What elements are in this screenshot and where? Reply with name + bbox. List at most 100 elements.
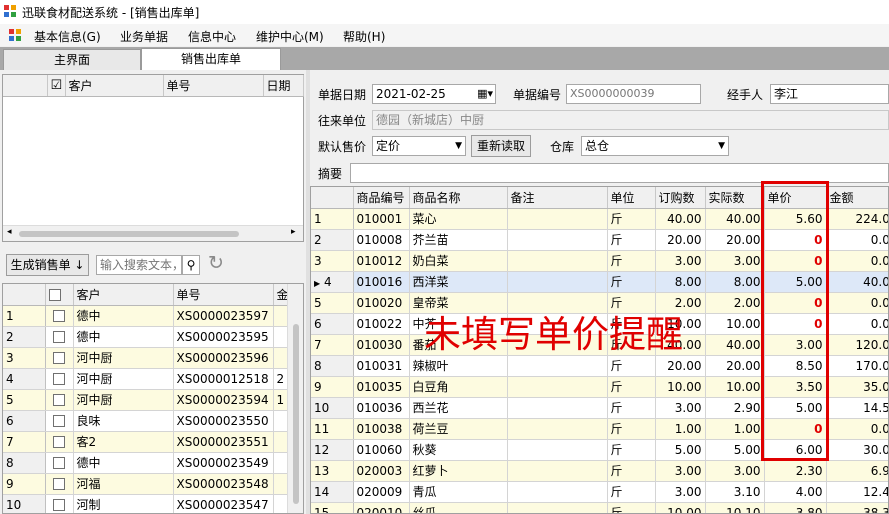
note-cell[interactable]	[507, 355, 608, 377]
table-row[interactable]: 8010031辣椒叶斤20.0020.008.50170.00	[311, 355, 888, 377]
handler-field[interactable]: 李江	[770, 84, 889, 104]
customer-cell[interactable]: 河福	[73, 473, 174, 495]
unit-cell[interactable]: 斤	[607, 208, 656, 230]
name-cell[interactable]: 丝瓜	[409, 502, 508, 513]
row-number[interactable]: 1	[3, 305, 46, 327]
ordered-cell[interactable]: 10.00	[655, 376, 706, 398]
actual-cell[interactable]: 20.00	[705, 355, 765, 377]
ordered-cell[interactable]: 2.00	[655, 292, 706, 314]
table-row[interactable]: 6 良味 XS0000023550	[3, 410, 302, 432]
order-number-cell[interactable]: XS0000023596	[173, 347, 274, 369]
doc-number-field[interactable]: XS0000000039	[566, 84, 701, 104]
name-cell[interactable]: 皇帝菜	[409, 292, 508, 314]
ordered-cell[interactable]: 8.00	[655, 271, 706, 293]
unit-cell[interactable]: 斤	[607, 292, 656, 314]
table-row[interactable]: 12010060秋葵斤5.005.006.0030.00	[311, 439, 888, 461]
price-cell[interactable]: 2.30	[764, 460, 827, 482]
unit-cell[interactable]: 斤	[607, 502, 656, 513]
table-row[interactable]: 9 河福 XS0000023548	[3, 473, 302, 495]
tab-sales-out[interactable]: 销售出库单	[141, 48, 281, 70]
row-number[interactable]: 5	[3, 389, 46, 411]
note-cell[interactable]	[507, 418, 608, 440]
table-row[interactable]: 1010001菜心斤40.0040.005.60224.00	[311, 208, 888, 230]
app-menu-icon[interactable]	[9, 29, 21, 41]
table-row[interactable]: 3010012奶白菜斤3.003.0000.00	[311, 250, 888, 272]
row-number[interactable]: 15	[311, 502, 354, 513]
row-checkbox[interactable]	[45, 368, 74, 390]
unit-cell[interactable]: 斤	[607, 439, 656, 461]
note-cell[interactable]	[507, 502, 608, 513]
note-cell[interactable]	[507, 460, 608, 482]
col-header-unit[interactable]: 单位	[607, 187, 656, 209]
unit-cell[interactable]: 斤	[607, 460, 656, 482]
name-cell[interactable]: 白豆角	[409, 376, 508, 398]
col-header-order-no[interactable]: 单号	[173, 284, 274, 306]
row-number[interactable]: 1	[311, 208, 354, 230]
amount-cell[interactable]: 0.00	[826, 292, 888, 314]
amount-cell[interactable]: 0.00	[826, 418, 888, 440]
code-cell[interactable]: 010038	[353, 418, 410, 440]
row-number[interactable]: 6	[3, 410, 46, 432]
table-row[interactable]: 7 客2 XS0000023551	[3, 431, 302, 453]
code-cell[interactable]: 010008	[353, 229, 410, 251]
table-row[interactable]: 2 德中 XS0000023595	[3, 326, 302, 348]
unit-cell[interactable]: 斤	[607, 376, 656, 398]
note-cell[interactable]	[507, 397, 608, 419]
price-cell[interactable]: 5.00	[764, 397, 827, 419]
price-cell[interactable]: 3.50	[764, 376, 827, 398]
table-row[interactable]: 8 德中 XS0000023549	[3, 452, 302, 474]
actual-cell[interactable]: 8.00	[705, 271, 765, 293]
actual-cell[interactable]: 3.10	[705, 481, 765, 503]
unit-cell[interactable]: 斤	[607, 397, 656, 419]
col-header-price[interactable]: 单价	[764, 187, 827, 209]
calendar-dropdown-icon[interactable]: ▦▾	[477, 85, 493, 103]
customer-cell[interactable]: 德中	[73, 305, 174, 327]
customer-cell[interactable]: 德中	[73, 326, 174, 348]
col-header-code[interactable]: 商品编号	[353, 187, 410, 209]
table-row[interactable]: 2010008芥兰苗斤20.0020.0000.00	[311, 229, 888, 251]
actual-cell[interactable]: 20.00	[705, 229, 765, 251]
horizontal-scrollbar[interactable]: ◂ ▸	[3, 225, 303, 241]
price-cell[interactable]: 0	[764, 292, 827, 314]
actual-cell[interactable]: 10.00	[705, 313, 765, 335]
partner-field[interactable]: 德园（新城店）中厨	[372, 110, 889, 130]
row-number[interactable]: 7	[3, 431, 46, 453]
note-cell[interactable]	[507, 271, 608, 293]
col-header-customer[interactable]: 客户	[73, 284, 174, 306]
row-number[interactable]: 3	[3, 347, 46, 369]
col-header-note[interactable]: 备注	[507, 187, 608, 209]
amount-cell[interactable]: 30.00	[826, 439, 888, 461]
row-number[interactable]: 5	[311, 292, 354, 314]
code-cell[interactable]: 010012	[353, 250, 410, 272]
col-header-actual[interactable]: 实际数	[705, 187, 765, 209]
amount-cell[interactable]: 6.90	[826, 460, 888, 482]
ordered-cell[interactable]: 5.00	[655, 439, 706, 461]
actual-cell[interactable]: 2.90	[705, 397, 765, 419]
code-cell[interactable]: 010035	[353, 376, 410, 398]
customer-cell[interactable]: 河中厨	[73, 347, 174, 369]
ordered-cell[interactable]: 3.00	[655, 397, 706, 419]
menu-basic-info[interactable]: 基本信息(G)	[34, 28, 101, 45]
actual-cell[interactable]: 2.00	[705, 292, 765, 314]
generate-sales-order-button[interactable]: 生成销售单 ↓	[6, 254, 89, 276]
scroll-thumb[interactable]	[19, 231, 239, 237]
name-cell[interactable]: 红萝卜	[409, 460, 508, 482]
table-row[interactable]: 14020009青瓜 斤3.003.104.0012.40	[311, 481, 888, 503]
table-row[interactable]: 4 河中厨 XS0000012518 2	[3, 368, 302, 390]
row-number[interactable]: 10	[3, 494, 46, 513]
warehouse-select[interactable]: 总仓 ▼	[581, 136, 729, 156]
note-cell[interactable]	[507, 250, 608, 272]
customer-cell[interactable]: 河中厨	[73, 368, 174, 390]
price-select[interactable]: 定价 ▼	[372, 136, 466, 156]
row-checkbox[interactable]	[45, 305, 74, 327]
price-cell[interactable]: 0	[764, 418, 827, 440]
name-cell[interactable]: 西兰花	[409, 397, 508, 419]
table-row[interactable]: 3 河中厨 XS0000023596	[3, 347, 302, 369]
actual-cell[interactable]: 10.00	[705, 376, 765, 398]
vertical-scrollbar[interactable]	[287, 284, 303, 513]
ordered-cell[interactable]: 20.00	[655, 355, 706, 377]
actual-cell[interactable]: 3.00	[705, 460, 765, 482]
code-cell[interactable]: 010016	[353, 271, 410, 293]
price-cell[interactable]: 0	[764, 250, 827, 272]
col-header-ordered[interactable]: 订购数	[655, 187, 706, 209]
